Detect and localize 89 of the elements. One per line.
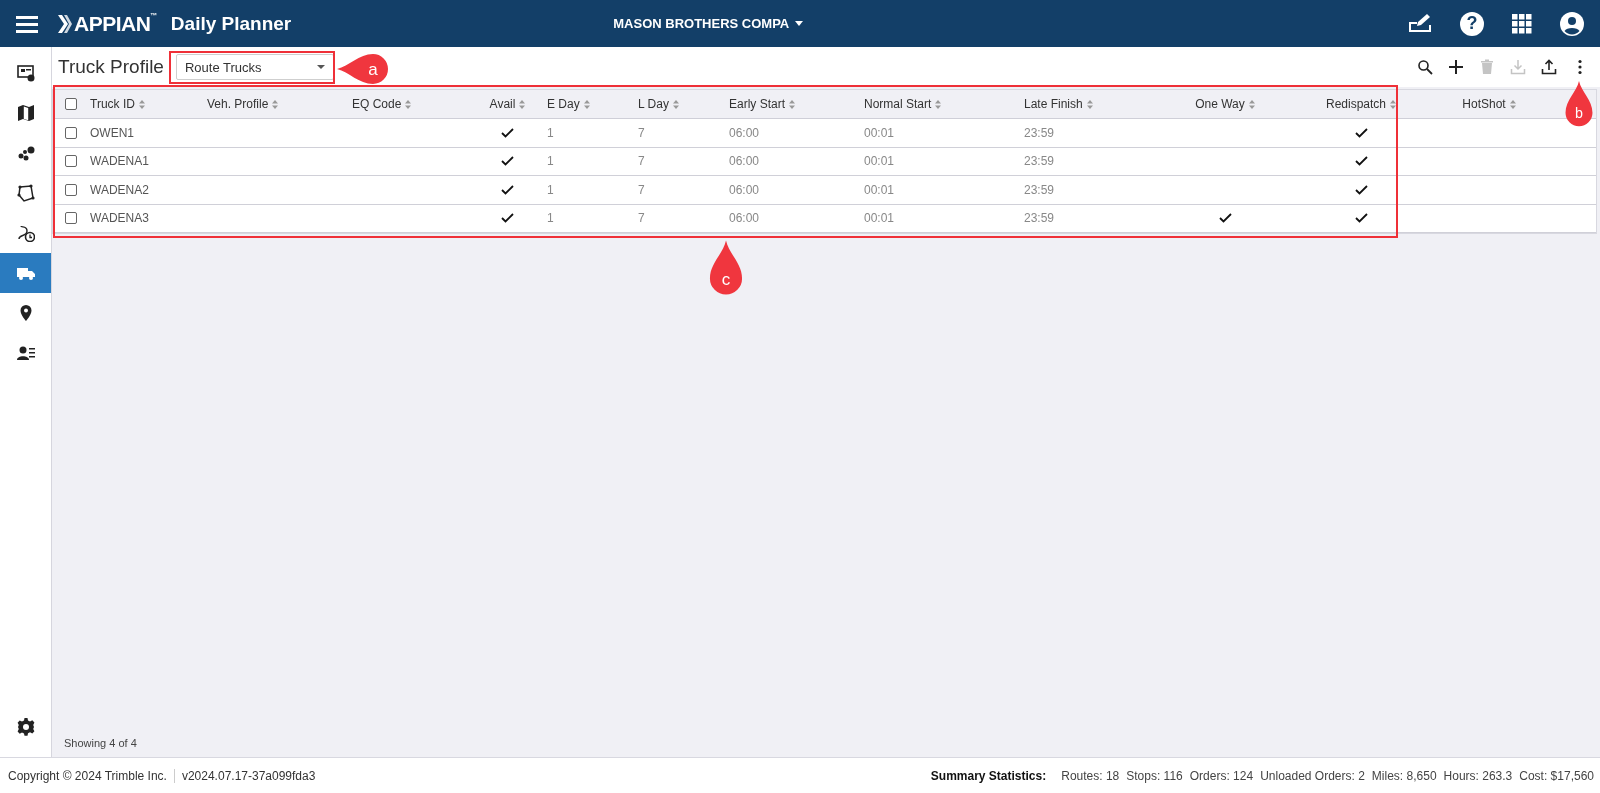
table-cell: WADENA1: [90, 154, 149, 169]
row-checkbox[interactable]: [64, 126, 77, 139]
plus-icon[interactable]: [1448, 59, 1464, 75]
sort-icon: [1509, 99, 1516, 109]
logo-icon: [58, 14, 72, 33]
apps-grid-icon[interactable]: [1512, 13, 1532, 34]
table-cell: WADENA2: [90, 182, 149, 197]
summary-stat: Routes: 18: [1061, 768, 1120, 783]
table-cell: 7: [638, 154, 645, 169]
callout-marker: a: [337, 53, 391, 85]
table-cell: 7: [638, 125, 645, 140]
table-cell: 06:00: [729, 211, 760, 226]
table-cell: 1: [547, 154, 554, 169]
table-cell: 00:01: [864, 182, 895, 197]
caret-icon: [316, 65, 325, 69]
version-text: v2024.07.17-37a099fda3: [173, 768, 316, 783]
table-cell: 23:59: [1024, 182, 1055, 197]
table-cell: 23:59: [1024, 154, 1055, 169]
sort-icon: [138, 99, 145, 109]
select-all-checkbox[interactable]: [64, 98, 77, 110]
sort-icon: [519, 99, 526, 109]
account-icon[interactable]: [1560, 11, 1584, 36]
menu-icon[interactable]: [16, 14, 38, 33]
column-header[interactable]: Veh. Profile: [207, 97, 279, 111]
column-header[interactable]: L Day: [638, 97, 679, 111]
route-clock-icon: [16, 224, 35, 242]
search-icon[interactable]: [1417, 59, 1433, 75]
sort-icon: [405, 99, 412, 109]
summary-stat: Stops: 116: [1126, 768, 1183, 783]
table-cell: 1: [547, 125, 554, 140]
dashboard-icon: [16, 64, 35, 82]
edit-sign-icon[interactable]: [1408, 13, 1432, 34]
column-header[interactable]: HotShot: [1462, 97, 1516, 111]
table-cell: 7: [638, 211, 645, 226]
table-cell: 1: [547, 211, 554, 226]
table-cell: 06:00: [729, 154, 760, 169]
sort-icon: [789, 99, 795, 109]
sort-icon: [583, 99, 590, 109]
column-header[interactable]: Early Start: [729, 97, 795, 111]
company-dropdown[interactable]: MASON BROTHERS COMPA: [611, 14, 806, 33]
column-header[interactable]: Normal Start: [864, 97, 942, 111]
table-cell: 00:01: [864, 154, 895, 169]
scatter-icon: [16, 144, 35, 162]
table-cell: 00:01: [864, 211, 895, 226]
logo-text: APPIAN$^{™}$: [74, 11, 157, 36]
column-header[interactable]: Late Finish: [1024, 97, 1093, 111]
record-count: Showing 4 of 4: [64, 737, 138, 749]
column-header[interactable]: EQ Code: [352, 97, 412, 111]
column-header[interactable]: E Day: [547, 97, 590, 111]
copyright-text: Copyright © 2024 Trimble Inc.: [8, 768, 167, 783]
map-icon: [16, 104, 35, 122]
table-cell: 7: [638, 182, 645, 197]
row-checkbox[interactable]: [64, 212, 77, 225]
table-cell: 06:00: [729, 125, 760, 140]
sort-icon: [935, 99, 942, 109]
table-cell: WADENA3: [90, 211, 149, 226]
polygon-icon: [16, 184, 35, 202]
table-cell: 06:00: [729, 182, 760, 197]
page-title: Truck Profile: [58, 56, 164, 78]
user-list-icon: [16, 344, 35, 362]
column-header[interactable]: Redispatch: [1325, 97, 1396, 111]
help-icon[interactable]: ?: [1460, 11, 1484, 36]
table-cell: 1: [547, 182, 554, 197]
upload-icon[interactable]: [1541, 59, 1557, 75]
table-cell: 00:01: [864, 125, 895, 140]
column-header[interactable]: Truck ID: [90, 97, 145, 111]
sort-icon: [272, 99, 279, 109]
row-checkbox[interactable]: [64, 183, 77, 196]
app-title: Daily Planner: [170, 12, 292, 35]
column-header[interactable]: One Way: [1195, 97, 1255, 111]
summary-stat: Cost: $17,560: [1519, 768, 1594, 783]
sort-icon: [672, 99, 679, 109]
row-checkbox[interactable]: [64, 155, 77, 168]
view-dropdown[interactable]: Route Trucks: [175, 54, 334, 80]
sort-icon: [1248, 99, 1255, 109]
column-header[interactable]: Avail: [489, 97, 526, 111]
settings-icon[interactable]: [16, 718, 35, 736]
summary-stat: Unloaded Orders: 2: [1260, 768, 1365, 783]
summary-stat: Orders: 124: [1189, 768, 1254, 783]
callout-marker: c: [709, 239, 743, 297]
caret-icon: [795, 21, 804, 26]
table-cell: OWEN1: [90, 125, 134, 140]
summary-label: Summary Statistics:: [930, 768, 1047, 783]
table-cell: 23:59: [1024, 211, 1055, 226]
sort-icon: [1086, 99, 1093, 109]
summary-stat: Hours: 263.3: [1443, 768, 1513, 783]
summary-stat: Miles: 8,650: [1371, 768, 1437, 783]
sort-icon: [1390, 99, 1396, 109]
table-cell: 23:59: [1024, 125, 1055, 140]
